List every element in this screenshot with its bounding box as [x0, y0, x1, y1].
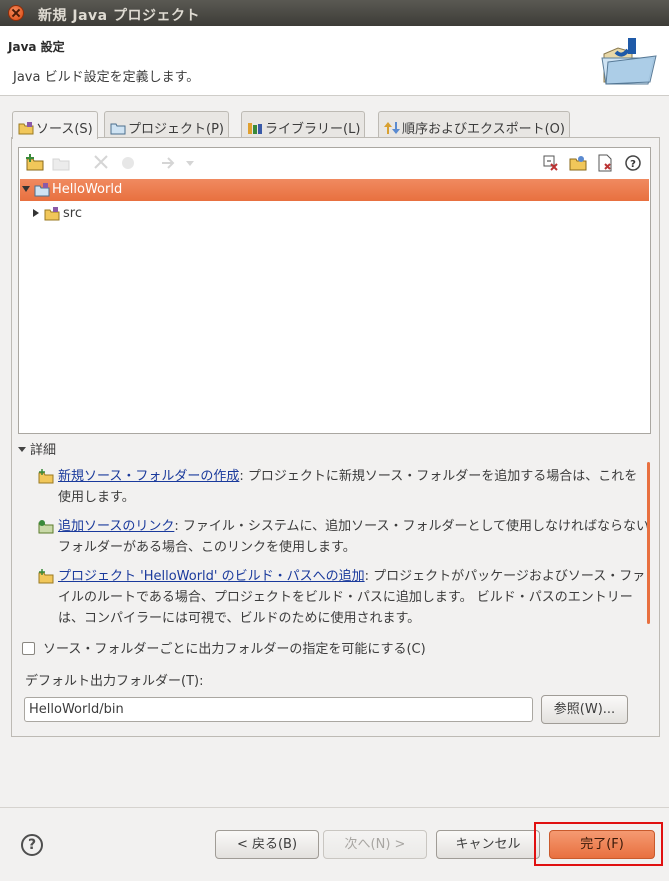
title-bar: 新規 Java プロジェクト — [0, 0, 669, 26]
source-tree[interactable]: ? HelloWorld src — [18, 147, 651, 434]
exclude-icon — [122, 157, 134, 169]
add-folder-icon[interactable] — [25, 153, 45, 173]
allow-output-folders-option[interactable]: ソース・フォルダーごとに出力フォルダーの指定を可能にする(C) — [22, 638, 426, 657]
finish-highlight-box — [534, 822, 663, 866]
help-icon[interactable]: ? — [21, 834, 43, 856]
wizard-header: Java 設定 Java ビルド設定を定義します。 — [0, 26, 669, 96]
details-header-label: 詳細 — [30, 443, 57, 458]
tab-source[interactable]: ソース(S) — [12, 111, 98, 139]
browse-button[interactable]: 参照(W)... — [541, 695, 628, 724]
package-folder-icon — [44, 207, 60, 221]
link-source-icon — [38, 520, 54, 534]
new-source-folder-link[interactable]: 新規ソース・フォルダーの作成 — [58, 469, 239, 484]
close-window-icon[interactable] — [8, 5, 24, 21]
chevron-down-icon — [18, 447, 26, 452]
tab-source-label: ソース(S) — [36, 122, 93, 137]
project-icon — [110, 123, 126, 135]
help-icon[interactable]: ? — [623, 153, 643, 173]
allow-output-folders-checkbox[interactable] — [22, 642, 35, 655]
window-title: 新規 Java プロジェクト — [38, 8, 200, 24]
cancel-button[interactable]: キャンセル — [436, 830, 540, 859]
tab-projects-label: プロジェクト(P) — [128, 122, 224, 137]
link-source-link[interactable]: 追加ソースのリンク — [58, 519, 174, 534]
tree-item-project-label: HelloWorld — [52, 182, 123, 197]
footer-separator — [0, 807, 669, 808]
tab-projects[interactable]: プロジェクト(P) — [104, 111, 229, 138]
include-icon — [94, 155, 108, 169]
tab-libraries-label: ライブラリー(L) — [265, 122, 361, 137]
expand-right-icon[interactable] — [31, 208, 41, 218]
svg-text:?: ? — [630, 159, 636, 170]
tree-toolbar: ? — [19, 148, 650, 178]
detail-item-new-source-folder: 新規ソース・フォルダーの作成: プロジェクトに新規ソース・フォルダーを追加する場… — [38, 466, 650, 508]
details-scrollbar[interactable] — [647, 462, 650, 624]
file-icon[interactable] — [595, 153, 615, 173]
source-folder-icon — [18, 122, 34, 135]
chevron-down-icon — [186, 161, 194, 166]
configure-icon — [162, 157, 175, 169]
java-project-icon — [34, 183, 50, 197]
library-icon — [248, 123, 262, 134]
default-output-folder-label: デフォルト出力フォルダー(T): — [25, 674, 204, 689]
back-button[interactable]: < 戻る(B) — [215, 830, 319, 859]
detail-item-link-source: 追加ソースのリンク: ファイル・システムに、追加ソース・フォルダーとして使用しな… — [38, 516, 650, 558]
tree-item-src[interactable]: src — [20, 203, 649, 225]
tree-item-project[interactable]: HelloWorld — [20, 179, 649, 201]
next-button: 次へ(N) > — [323, 830, 427, 859]
link-folder-icon — [52, 158, 70, 171]
tab-libraries[interactable]: ライブラリー(L) — [241, 111, 366, 138]
page-title: Java 設定 — [8, 40, 65, 54]
tree-item-src-label: src — [63, 206, 82, 221]
expand-down-icon[interactable] — [21, 184, 31, 194]
page-description: Java ビルド設定を定義します。 — [13, 70, 200, 85]
java-project-folder-icon — [601, 38, 657, 85]
detail-item-add-build-path: プロジェクト 'HelloWorld' のビルド・パスへの追加: プロジェクトが… — [38, 566, 650, 629]
default-output-folder-input[interactable] — [24, 697, 533, 722]
collapse-all-icon[interactable] — [541, 153, 561, 173]
details-toggle[interactable]: 詳細 — [18, 439, 56, 458]
add-to-build-path-icon — [38, 569, 54, 584]
tab-order-export[interactable]: 順序およびエクスポート(O) — [378, 111, 570, 138]
new-source-folder-icon — [38, 469, 54, 484]
order-export-icon — [384, 122, 400, 134]
tab-order-export-label: 順序およびエクスポート(O) — [402, 122, 565, 137]
allow-output-folders-label: ソース・フォルダーごとに出力フォルダーの指定を可能にする(C) — [43, 642, 426, 657]
add-build-path-link[interactable]: プロジェクト 'HelloWorld' のビルド・パスへの追加 — [58, 569, 365, 584]
link-editor-icon[interactable] — [568, 153, 588, 173]
